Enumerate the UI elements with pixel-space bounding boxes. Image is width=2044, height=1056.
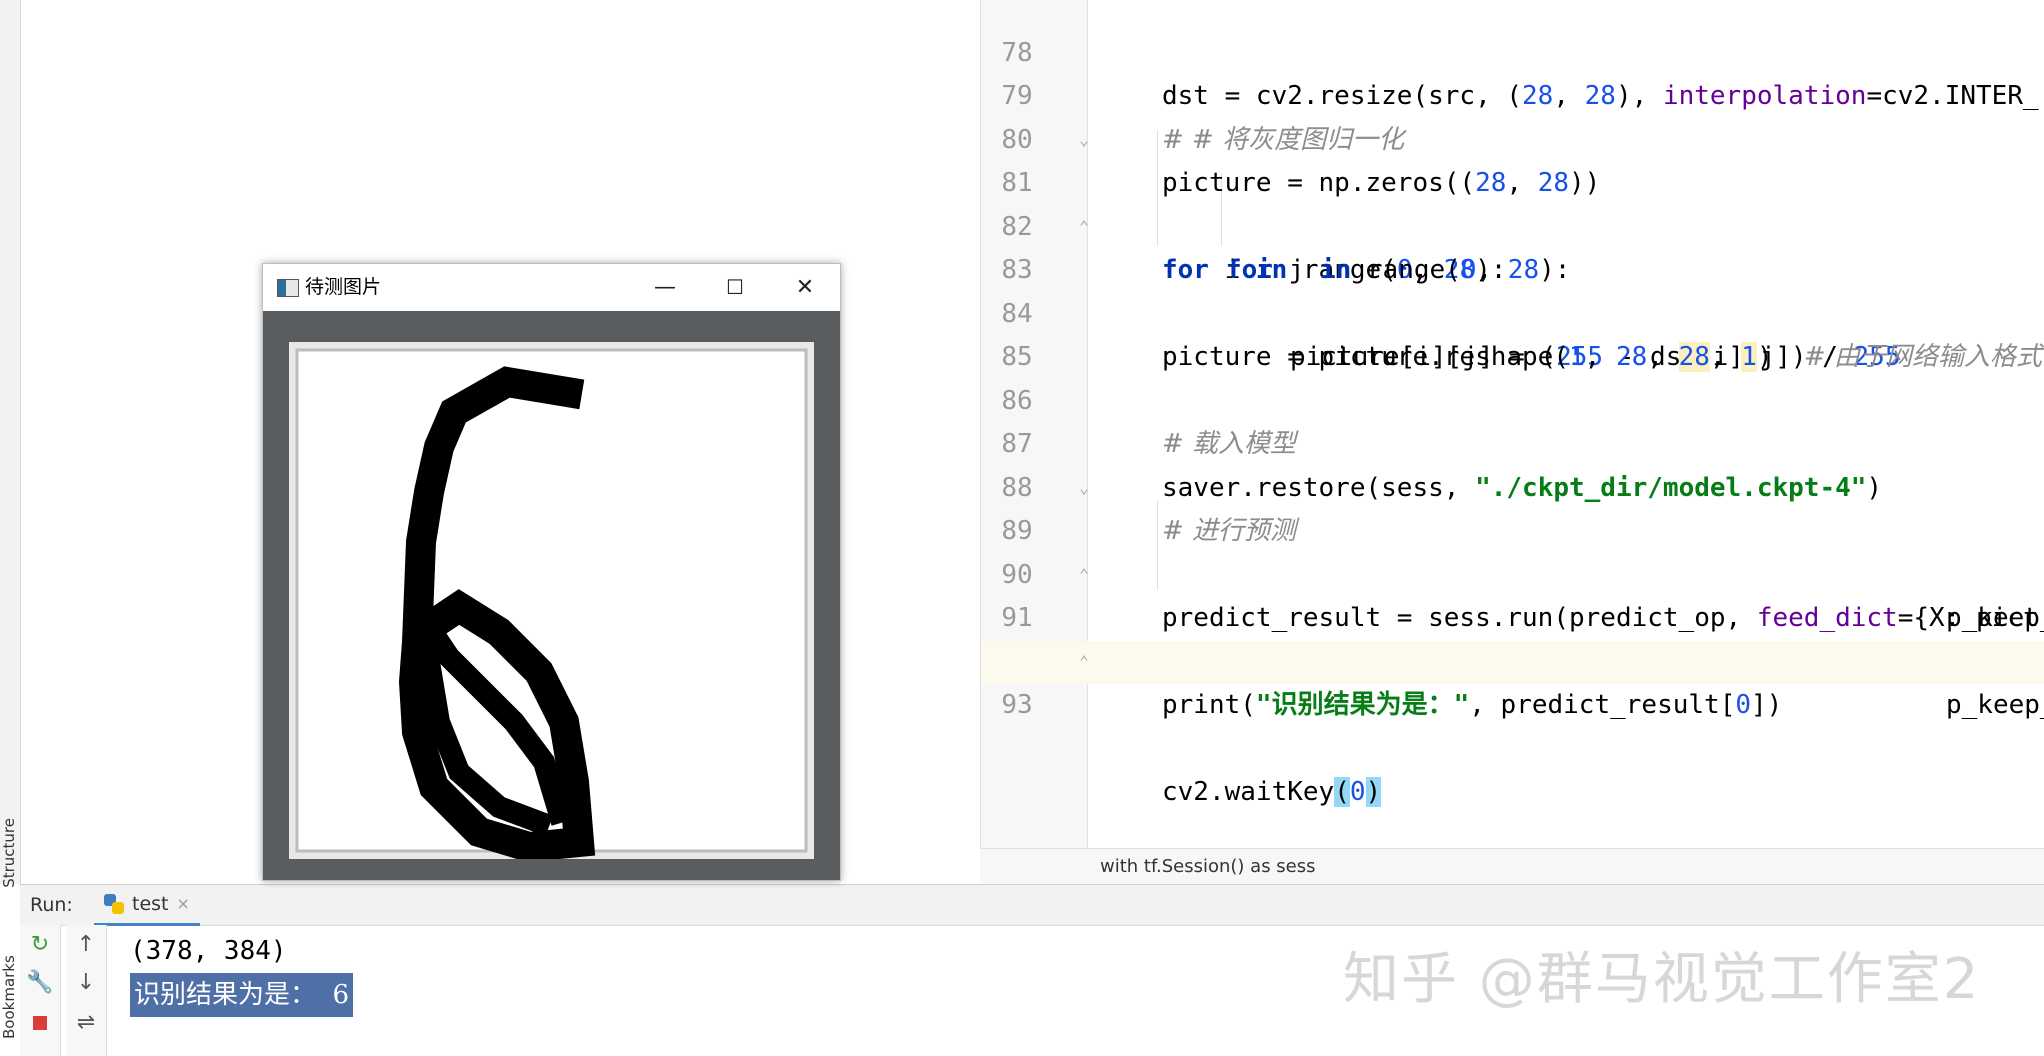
maximize-button[interactable]: ☐ <box>706 264 764 311</box>
code-line: 92 print("识别结果为是：", predict_result[0]) <box>981 597 2044 721</box>
run-tab-test[interactable]: test × <box>94 885 200 926</box>
selected-output: 识别结果为是： 6 <box>130 973 354 1017</box>
run-tab-label: test <box>132 893 169 915</box>
app-icon <box>277 279 299 297</box>
run-header: Run: test × <box>20 885 2044 926</box>
rerun-icon[interactable]: ↻ <box>20 929 60 961</box>
code-text: cv2.waitKey(0) <box>1162 777 1382 807</box>
console-line: 识别结果为是： 6 <box>130 973 354 1017</box>
fold-icon[interactable]: ⌄ <box>1077 130 1091 149</box>
code-line: 88 # 进行预测 <box>981 423 2044 547</box>
window-titlebar[interactable]: 待测图片 — ☐ ✕ <box>263 264 840 311</box>
code-line: 85 <box>981 293 2044 372</box>
stop-icon[interactable] <box>20 1007 60 1039</box>
code-line: 79 # # 将灰度图归一化 <box>981 32 2044 155</box>
arrow-up-icon[interactable]: ↑ <box>66 929 106 961</box>
code-line: 80 picture = np.zeros((28, 28)) <box>981 75 2044 199</box>
code-line: 89 ⌄ predict_result = sess.run(predict_o… <box>981 467 2044 633</box>
wrench-icon[interactable]: 🔧 <box>20 967 60 999</box>
code-line: 86 # 载入模型 <box>981 336 2044 460</box>
arrow-down-icon[interactable]: ↓ <box>66 967 106 999</box>
code-line: 84 picture = picture.reshape(1, 28, 28, … <box>981 249 2044 372</box>
watermark: 知乎 @群马视觉工作室2 <box>1343 947 1981 1012</box>
image-canvas <box>263 311 840 880</box>
code-line: 90 p_keep_ <box>981 510 2044 634</box>
fold-end-icon[interactable]: ⌃ <box>1077 565 1091 584</box>
code-line: 78 dst = cv2.resize(src, (28, 28), inter… <box>981 0 2044 112</box>
fold-end-icon[interactable]: ⌃ <box>1077 217 1091 236</box>
code-editor[interactable]: 78 dst = cv2.resize(src, (28, 28), inter… <box>980 0 2044 848</box>
python-icon <box>104 894 124 914</box>
code-line: 81 ⌄ for i in range(0, 28): <box>981 119 2044 285</box>
close-icon[interactable]: × <box>177 884 190 924</box>
structure-tab[interactable]: Structure <box>0 818 20 888</box>
soft-wrap-icon[interactable]: ⇌ <box>66 1007 106 1039</box>
minimize-button[interactable]: — <box>636 264 694 311</box>
code-line: 83 ⌃ picture[i][j] = (255 - dst[i][j]) /… <box>981 206 2044 372</box>
image-window[interactable]: 待测图片 — ☐ ✕ <box>262 263 841 881</box>
bookmarks-tab[interactable]: Bookmarks <box>0 940 20 1055</box>
code-text: print("识别结果为是：", predict_result[0]) <box>1162 690 1783 720</box>
code-line: 87 saver.restore(sess, "./ckpt_dir/model… <box>981 380 2044 503</box>
breadcrumb[interactable]: with tf.Session() as sess <box>980 848 2044 885</box>
run-toolbar-right: ↑ ↓ ⇌ <box>66 925 107 1056</box>
code-line: 82 for j in range(0, 28): <box>981 162 2044 286</box>
console-output[interactable]: (378, 384) 识别结果为是： 6 <box>130 929 354 1017</box>
window-title: 待测图片 <box>305 276 382 298</box>
fold-icon[interactable]: ⌄ <box>1077 478 1091 497</box>
code-line: 91 ⌃ p_keep_ <box>981 554 2044 720</box>
close-button[interactable]: ✕ <box>776 264 834 311</box>
code-text: p_keep_ <box>1946 690 2044 720</box>
left-tool-strip: Structure <box>0 0 21 888</box>
console-line: (378, 384) <box>130 936 287 966</box>
current-code-line: 93 ⌃ cv2.waitKey(0) <box>981 640 2044 807</box>
fold-end-icon[interactable]: ⌃ <box>1077 652 1091 671</box>
run-toolbar-left: ↻ 🔧 <box>20 925 61 1056</box>
line-number: 93 <box>1001 690 1033 720</box>
run-label: Run: <box>30 894 73 916</box>
digit-image <box>289 342 814 859</box>
